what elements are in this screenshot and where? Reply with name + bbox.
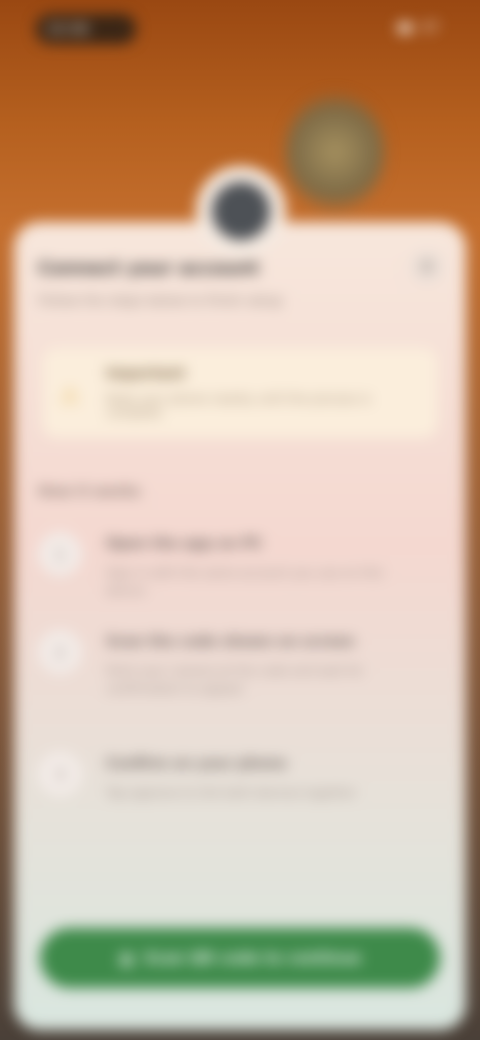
status-bar: 10:06 87 bbox=[0, 0, 480, 56]
close-icon: ✕ bbox=[419, 256, 435, 278]
notice-card: ⚠ Important Keep your phone nearby until… bbox=[42, 348, 438, 438]
status-icons: 87 bbox=[398, 20, 440, 36]
steps-section-title: How it works bbox=[38, 484, 141, 500]
cta-label: Scan QR code to continue bbox=[144, 949, 362, 967]
step-item: 3 Confirm on your phone Tap approve to l… bbox=[38, 752, 438, 852]
blurred-overlay: 10:06 87 Connect your account ✕ Follow t… bbox=[0, 0, 480, 1040]
sheet-header: Connect your account bbox=[38, 258, 338, 279]
step-number: 2 bbox=[38, 630, 82, 674]
avatar-image bbox=[212, 182, 270, 240]
sheet-title: Connect your account bbox=[38, 258, 260, 279]
step-desc: Sign in with the same account you use on… bbox=[106, 566, 384, 598]
step-title: Scan the code shown on screen bbox=[106, 634, 355, 650]
bottom-sheet: Connect your account ✕ Follow the steps … bbox=[14, 222, 466, 1030]
wifi-icon bbox=[398, 23, 413, 33]
background-image bbox=[285, 92, 385, 212]
qr-icon: ▦ bbox=[118, 948, 135, 968]
status-time-pill: 10:06 bbox=[36, 14, 136, 44]
step-item: 1 Open the app on PC Sign in with the sa… bbox=[38, 532, 438, 622]
screen: { "status": {"time": "10:06", "battery":… bbox=[0, 0, 480, 1040]
step-title: Confirm on your phone bbox=[106, 756, 287, 772]
step-desc: Point your camera at the code and wait f… bbox=[106, 664, 364, 696]
step-desc: Tap approve to link both devices togethe… bbox=[106, 786, 357, 800]
notice-title: Important bbox=[106, 366, 186, 382]
sheet-subtitle: Follow the steps below to finish setup bbox=[38, 294, 283, 309]
notice-text: Keep your phone nearby until the process… bbox=[106, 392, 371, 420]
avatar bbox=[196, 166, 286, 256]
step-title: Open the app on PC bbox=[106, 536, 263, 552]
time-text: 10:06 bbox=[46, 20, 90, 38]
step-number: 3 bbox=[38, 752, 82, 796]
close-button[interactable]: ✕ bbox=[410, 250, 444, 284]
step-item: 2 Scan the code shown on screen Point yo… bbox=[38, 630, 438, 740]
scan-qr-button[interactable]: ▦ Scan QR code to continue bbox=[40, 928, 440, 988]
battery-text: 87 bbox=[422, 20, 440, 36]
step-number: 1 bbox=[38, 532, 82, 576]
warning-icon: ⚠ bbox=[60, 384, 80, 409]
